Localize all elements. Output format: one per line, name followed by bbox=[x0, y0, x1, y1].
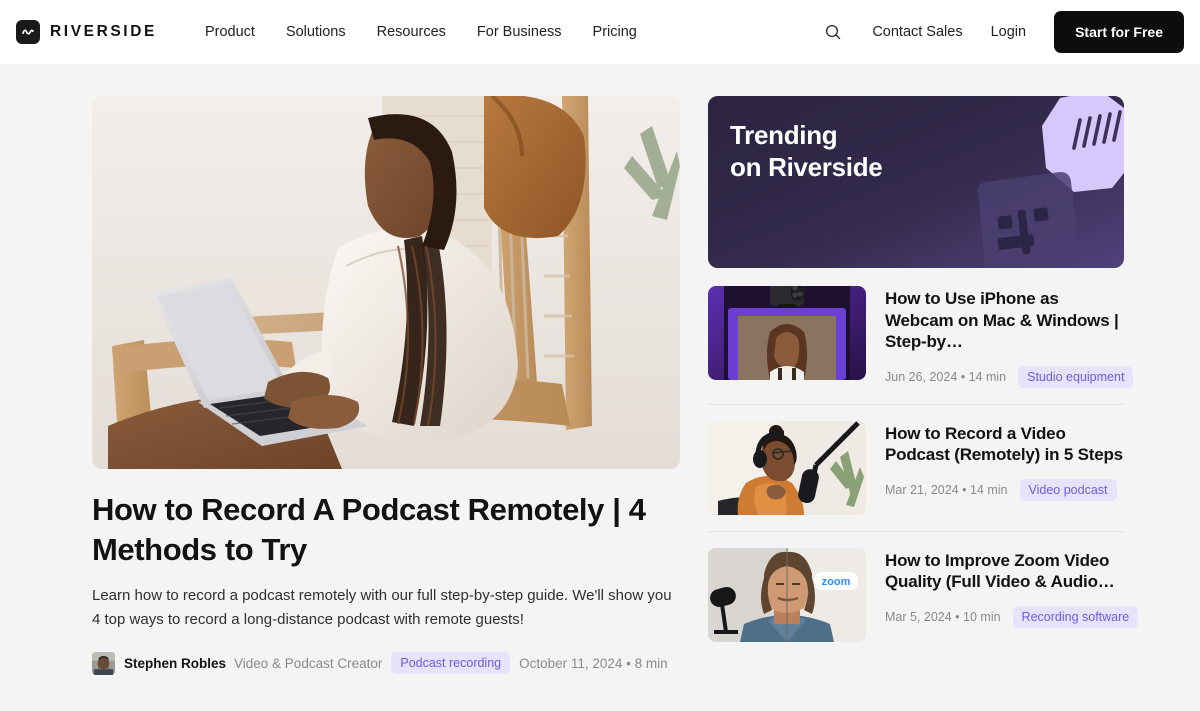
trending-item-title[interactable]: How to Use iPhone as Webcam on Mac & Win… bbox=[885, 288, 1124, 353]
featured-article-byline: Stephen Robles Video & Podcast Creator P… bbox=[92, 651, 680, 675]
trending-list-item[interactable]: zoom How to Improve Zoom Video Quality (… bbox=[708, 530, 1139, 658]
trending-item-body: How to Use iPhone as Webcam on Mac & Win… bbox=[885, 286, 1134, 388]
search-icon[interactable] bbox=[822, 21, 844, 43]
trending-item-date: Mar 5, 2024 • 10 min bbox=[885, 609, 1001, 624]
featured-article-card[interactable]: How to Record A Podcast Remotely | 4 Met… bbox=[92, 96, 680, 675]
featured-article-image[interactable] bbox=[92, 96, 680, 469]
trending-banner[interactable]: Trending on Riverside bbox=[708, 96, 1124, 268]
trending-item-tag[interactable]: Recording software bbox=[1012, 605, 1139, 628]
trending-item-title[interactable]: How to Improve Zoom Video Quality (Full … bbox=[885, 550, 1124, 593]
riverside-logo[interactable]: RIVERSIDE bbox=[16, 20, 157, 44]
primary-nav-links: Product Solutions Resources For Business… bbox=[205, 24, 637, 40]
featured-article-meta: October 11, 2024 • 8 min bbox=[519, 655, 668, 671]
trending-item-tag[interactable]: Studio equipment bbox=[1018, 365, 1134, 388]
brand-name: RIVERSIDE bbox=[50, 23, 157, 40]
main-content: How to Record A Podcast Remotely | 4 Met… bbox=[0, 64, 1200, 675]
trending-item-meta-row: Mar 5, 2024 • 10 min Recording software bbox=[885, 605, 1139, 628]
trending-list-item[interactable]: How to Use iPhone as Webcam on Mac & Win… bbox=[708, 284, 1134, 404]
nav-actions: Contact Sales Login Start for Free bbox=[822, 11, 1184, 53]
nav-link-pricing[interactable]: Pricing bbox=[593, 24, 637, 40]
contact-sales-link[interactable]: Contact Sales bbox=[872, 24, 962, 40]
trending-article-list: How to Use iPhone as Webcam on Mac & Win… bbox=[708, 284, 1139, 658]
login-link[interactable]: Login bbox=[991, 24, 1026, 40]
top-navigation-bar: RIVERSIDE Product Solutions Resources Fo… bbox=[0, 0, 1200, 64]
trending-item-date: Jun 26, 2024 • 14 min bbox=[885, 369, 1007, 384]
trending-sidebar: Trending on Riverside How to Use iPhone … bbox=[708, 96, 1139, 675]
author-role: Video & Podcast Creator bbox=[234, 655, 383, 671]
trending-item-title[interactable]: How to Record a Video Podcast (Remotely)… bbox=[885, 423, 1124, 466]
trending-item-body: How to Record a Video Podcast (Remotely)… bbox=[885, 421, 1124, 501]
trending-item-tag[interactable]: Video podcast bbox=[1019, 478, 1117, 501]
svg-text:zoom: zoom bbox=[822, 576, 851, 588]
nav-link-product[interactable]: Product bbox=[205, 24, 255, 40]
trending-item-thumbnail[interactable] bbox=[708, 420, 866, 515]
author-name: Stephen Robles bbox=[124, 655, 227, 671]
author-avatar bbox=[92, 651, 115, 675]
nav-link-resources[interactable]: Resources bbox=[377, 24, 446, 40]
waveform-icon bbox=[16, 20, 40, 44]
featured-article-tag[interactable]: Podcast recording bbox=[391, 652, 511, 675]
nav-link-for-business[interactable]: For Business bbox=[477, 24, 562, 40]
start-for-free-button[interactable]: Start for Free bbox=[1054, 11, 1184, 53]
featured-article-description: Learn how to record a podcast remotely w… bbox=[92, 587, 672, 628]
trending-item-meta-row: Jun 26, 2024 • 14 min Studio equipment bbox=[885, 365, 1134, 388]
trending-item-meta-row: Mar 21, 2024 • 14 min Video podcast bbox=[885, 478, 1124, 501]
trending-item-thumbnail[interactable]: zoom bbox=[708, 547, 866, 642]
trending-item-date: Mar 21, 2024 • 14 min bbox=[885, 482, 1008, 497]
nav-link-solutions[interactable]: Solutions bbox=[286, 24, 346, 40]
featured-article-title[interactable]: How to Record A Podcast Remotely | 4 Met… bbox=[92, 490, 680, 569]
trending-item-thumbnail[interactable] bbox=[708, 286, 866, 380]
trending-item-body: How to Improve Zoom Video Quality (Full … bbox=[885, 548, 1139, 628]
trending-banner-title: Trending on Riverside bbox=[730, 120, 883, 182]
trending-list-item[interactable]: How to Record a Video Podcast (Remotely)… bbox=[708, 403, 1124, 531]
